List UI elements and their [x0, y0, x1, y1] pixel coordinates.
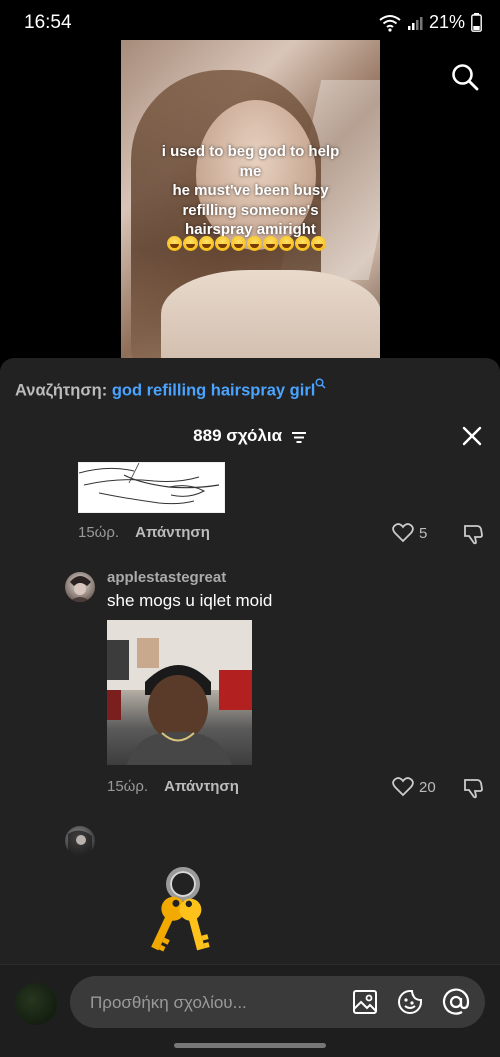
at-icon[interactable]: [442, 988, 470, 1016]
comment-meta: 15ώρ. Απάντηση: [107, 778, 239, 795]
video-player[interactable]: i used to beg god to help me he must've …: [121, 40, 380, 360]
laughing-emoji-icon: [231, 236, 246, 251]
image-icon[interactable]: [351, 988, 379, 1016]
comment-input[interactable]: [88, 976, 342, 1030]
hand-sketch-illustration: [79, 463, 220, 505]
comments-header: 889 σχόλια: [0, 426, 500, 446]
laughing-emoji-icon: [199, 236, 214, 251]
search-icon: [315, 378, 326, 389]
comment-image[interactable]: [78, 462, 225, 513]
comment-meta: 15ώρ. Απάντηση: [78, 524, 210, 541]
heart-icon: [392, 523, 414, 543]
avatar[interactable]: [15, 983, 57, 1025]
comment-time: 15ώρ.: [107, 778, 149, 795]
filter-icon[interactable]: [291, 430, 307, 444]
home-indicator[interactable]: [174, 1043, 326, 1048]
search-icon[interactable]: [450, 62, 480, 92]
status-time: 16:54: [24, 12, 72, 33]
man-photo: [107, 620, 252, 765]
battery-percent: 21%: [428, 12, 465, 32]
close-icon[interactable]: [460, 424, 484, 448]
keys-emoji: [151, 867, 210, 952]
laughing-emoji-icon: [295, 236, 310, 251]
like-count: 20: [419, 778, 436, 796]
avatar[interactable]: [65, 572, 95, 602]
emoji-icon[interactable]: [396, 988, 424, 1016]
laughing-emoji-row: [167, 236, 326, 251]
related-search-prefix: Αναζήτηση:: [15, 381, 108, 400]
laughing-emoji-icon: [279, 236, 294, 251]
laughing-emoji-icon: [247, 236, 262, 251]
dislike-icon[interactable]: [462, 777, 484, 799]
wifi-icon: [379, 14, 401, 32]
laughing-emoji-icon: [167, 236, 182, 251]
avatar[interactable]: [65, 826, 95, 856]
battery-icon: [471, 13, 482, 32]
related-search-term[interactable]: god refilling hairspray girl: [112, 382, 316, 400]
comments-count: 889 σχόλια: [193, 426, 283, 445]
comment-image[interactable]: [107, 620, 252, 765]
comment-input-container[interactable]: [70, 976, 485, 1030]
dislike-icon[interactable]: [462, 523, 484, 545]
like-button[interactable]: 20: [392, 777, 436, 797]
reply-button[interactable]: Απάντηση: [135, 524, 210, 541]
comment-time: 15ώρ.: [78, 524, 120, 541]
like-button[interactable]: 5: [392, 523, 427, 543]
comment-text: she mogs u iqlet moid: [107, 591, 273, 610]
signal-icon: [407, 16, 423, 30]
video-caption: i used to beg god to help me he must've …: [161, 143, 340, 238]
like-count: 5: [419, 524, 428, 542]
status-icons: 21%: [379, 12, 482, 33]
comment-username[interactable]: applestastegreat: [107, 569, 226, 586]
laughing-emoji-icon: [311, 236, 326, 251]
heart-icon: [392, 777, 414, 797]
related-search-link[interactable]: Αναζήτηση: god refilling hairspray girl: [15, 378, 326, 401]
laughing-emoji-icon: [183, 236, 198, 251]
laughing-emoji-icon: [215, 236, 230, 251]
reply-button[interactable]: Απάντηση: [164, 778, 239, 795]
laughing-emoji-icon: [263, 236, 278, 251]
